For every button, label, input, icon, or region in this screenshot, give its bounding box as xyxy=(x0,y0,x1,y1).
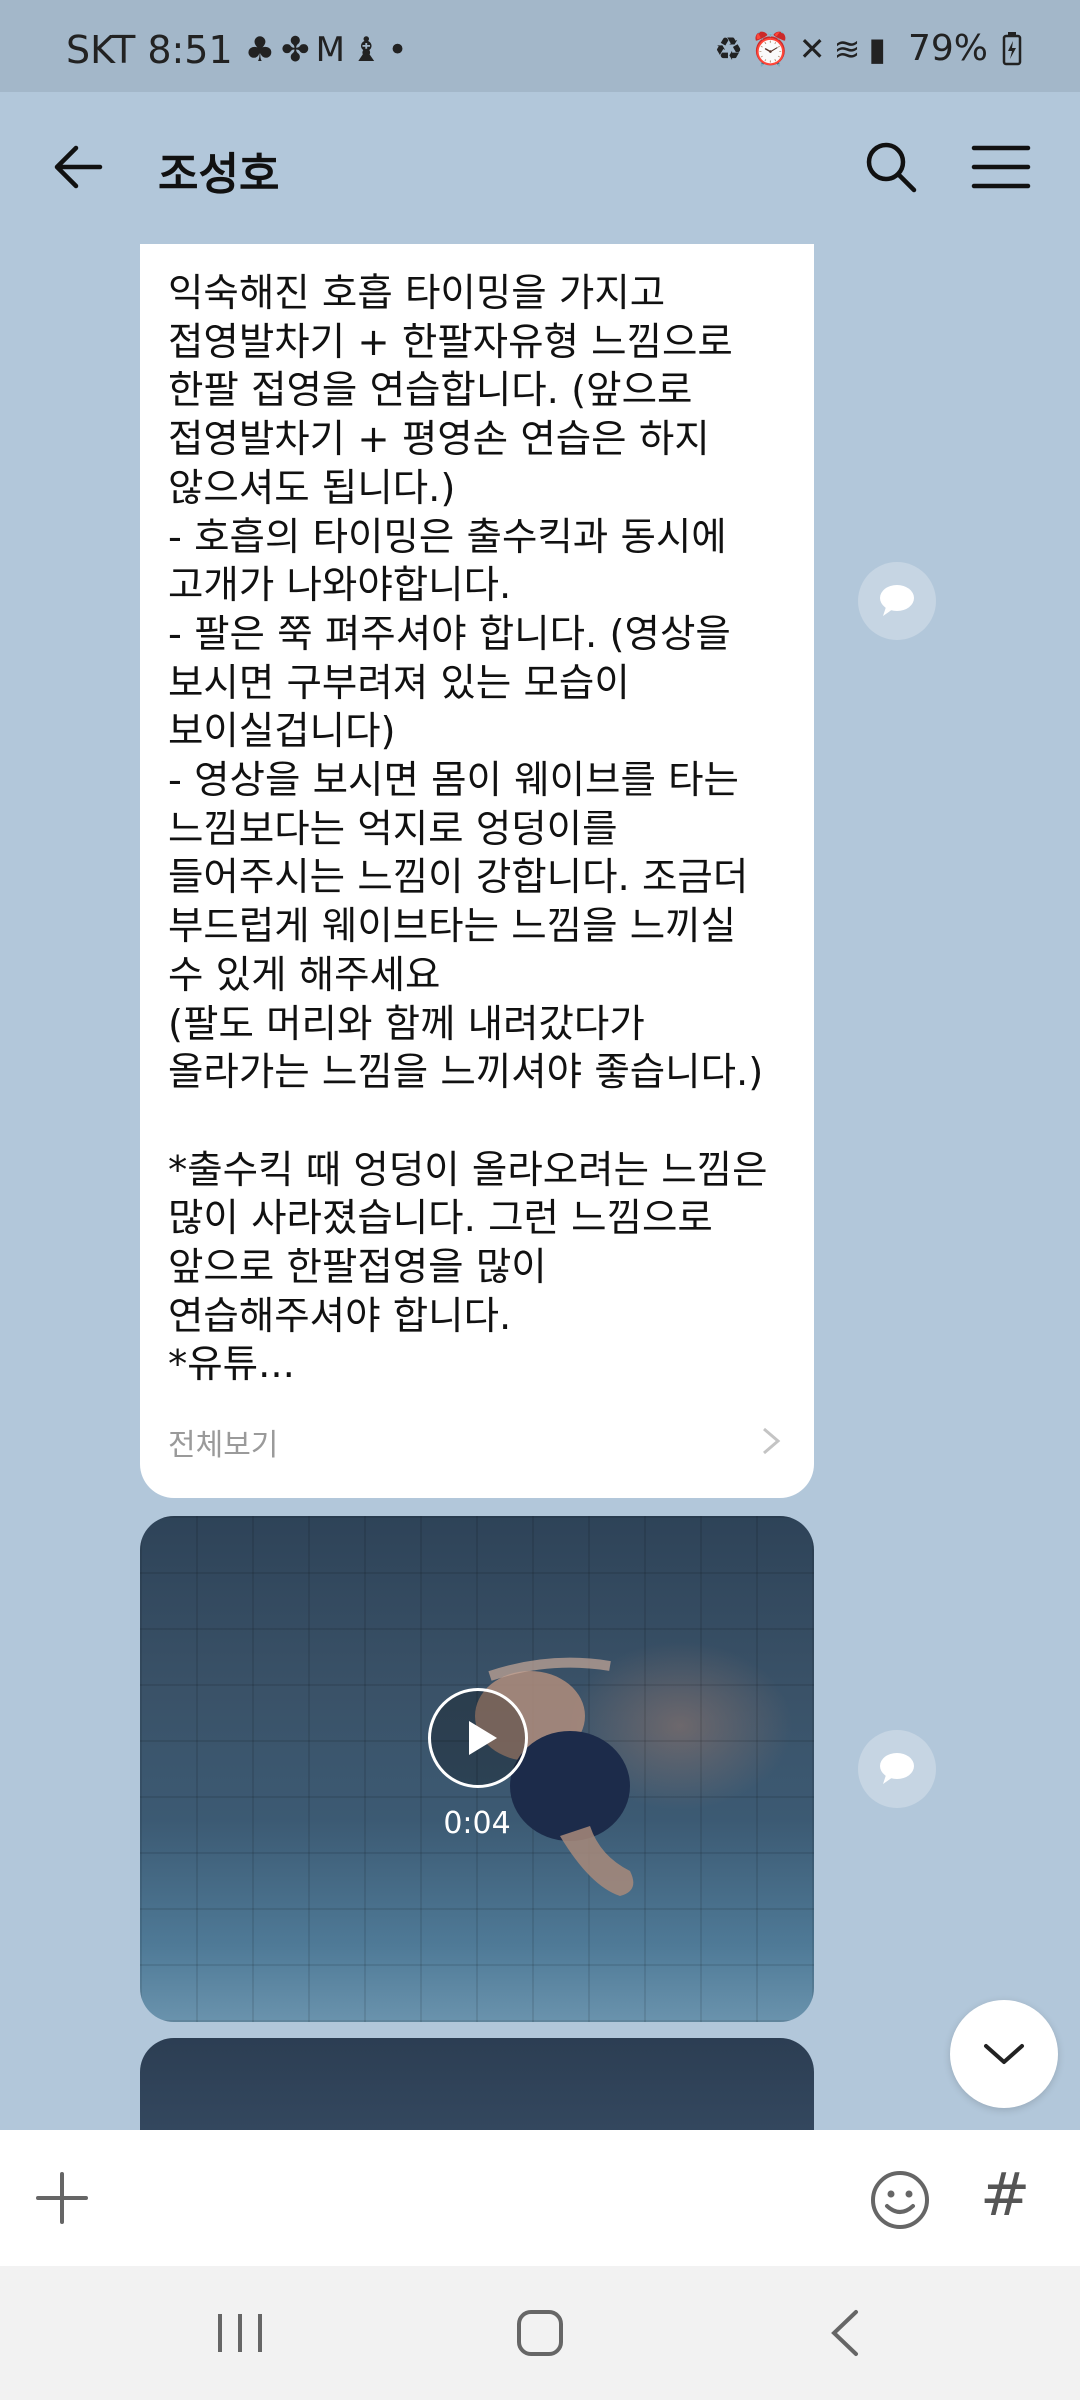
system-icons: ♻⏰✕≋▮ xyxy=(714,30,894,68)
app-icon: ♝ xyxy=(350,30,388,70)
play-button[interactable] xyxy=(428,1688,528,1788)
status-right: ♻⏰✕≋▮ 79% xyxy=(714,28,1022,69)
video-comment-button[interactable] xyxy=(858,1730,936,1808)
speech-bubble-icon xyxy=(880,585,914,616)
hashtag-button[interactable]: # xyxy=(980,2160,1030,2230)
scroll-to-bottom-button[interactable] xyxy=(950,2000,1058,2108)
attach-button[interactable] xyxy=(32,2168,92,2228)
message-input-bar: # xyxy=(0,2130,1080,2266)
chevron-right-icon xyxy=(763,1427,781,1455)
clover-icon: ♣ xyxy=(244,30,282,70)
message-comment-button[interactable] xyxy=(858,562,936,640)
chat-title: 조성호 xyxy=(158,149,280,200)
wifi-icon: ≋ xyxy=(833,29,869,68)
clock: 8:51 xyxy=(147,28,233,72)
plus-icon xyxy=(36,2172,88,2224)
dot-icon: • xyxy=(387,30,414,70)
battery-icon xyxy=(1002,31,1022,65)
mute-icon: ✕ xyxy=(798,29,834,68)
menu-button[interactable] xyxy=(966,132,1036,202)
chevron-down-icon xyxy=(984,2044,1024,2064)
gmail-icon: M xyxy=(315,30,351,70)
system-nav-bar xyxy=(0,2266,1080,2400)
video-message[interactable]: 0:04 xyxy=(140,1516,814,2022)
chat-messages[interactable]: 익숙해진 호흡 타이밍을 가지고 접영발차기 + 한팔자유형 느낌으로 한팔 접… xyxy=(0,244,1080,2130)
smiley-icon xyxy=(871,2171,929,2229)
hamburger-menu-icon xyxy=(971,145,1031,189)
play-icon xyxy=(469,1721,497,1755)
recent-apps-icon[interactable] xyxy=(210,2310,270,2356)
home-icon[interactable] xyxy=(515,2308,565,2358)
back-button[interactable] xyxy=(46,132,116,202)
status-bar: SKT 8:51 ♣✤M♝• ♻⏰✕≋▮ 79% xyxy=(0,0,1080,92)
signal-icon: ▮ xyxy=(868,29,894,68)
message-bubble[interactable]: 익숙해진 호흡 타이밍을 가지고 접영발차기 + 한팔자유형 느낌으로 한팔 접… xyxy=(140,244,814,1498)
emoji-button[interactable] xyxy=(868,2168,932,2232)
search-icon xyxy=(866,142,917,193)
video-duration: 0:04 xyxy=(443,1806,511,1841)
see-all-link[interactable]: 전체보기 xyxy=(168,1420,278,1464)
carrier-label: SKT xyxy=(66,28,136,72)
search-button[interactable] xyxy=(856,132,926,202)
alarm-icon: ⏰ xyxy=(750,29,799,68)
arrow-left-icon xyxy=(54,145,103,189)
chat-header: 조성호 xyxy=(0,92,1080,244)
status-left: SKT 8:51 ♣✤M♝• xyxy=(66,28,414,72)
speech-bubble-icon xyxy=(880,1753,914,1784)
notification-icons: ♣✤M♝• xyxy=(245,30,414,70)
see-all-row[interactable]: 전체보기 xyxy=(140,1402,814,1498)
video-message-partial[interactable] xyxy=(140,2038,814,2130)
fan-icon: ✤ xyxy=(281,30,316,70)
message-text: 익숙해진 호흡 타이밍을 가지고 접영발차기 + 한팔자유형 느낌으로 한팔 접… xyxy=(168,271,768,1388)
battery-percent: 79% xyxy=(907,28,988,69)
nav-back-icon[interactable] xyxy=(826,2308,862,2358)
recycle-icon: ♻ xyxy=(714,29,751,68)
